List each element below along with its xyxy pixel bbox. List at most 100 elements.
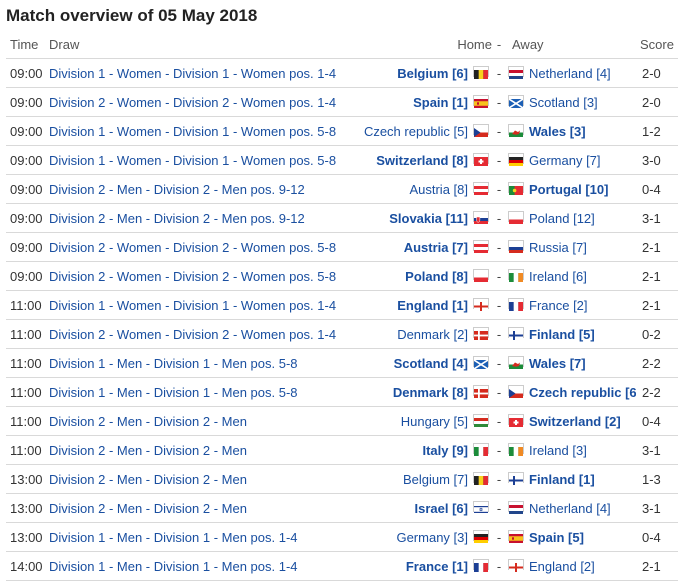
home-team-link[interactable]: Scotland [4] <box>394 356 468 371</box>
home-team-link[interactable]: Hungary [5] <box>401 414 468 429</box>
table-row: 11:00 Division 1 - Women - Division 1 - W… <box>6 290 678 320</box>
home-cell: Hungary [5] <box>342 406 492 436</box>
away-team-link[interactable]: Wales [3] <box>529 124 586 139</box>
draw-cell: Division 2 - Women - Division 2 - Women … <box>45 261 342 291</box>
match-time: 11:00 <box>6 406 45 436</box>
table-header-row: Time Draw Home - Away Score C <box>6 31 678 59</box>
away-flag-icon <box>508 181 524 195</box>
table-row: 14:00 Division 1 - Men - Division 1 - Men… <box>6 551 678 581</box>
away-cell: Netherland [4] <box>506 493 636 523</box>
draw-cell: Division 1 - Men - Division 1 - Men pos.… <box>45 551 342 581</box>
away-team-link[interactable]: Ireland [6] <box>529 269 587 284</box>
match-time: 14:00 <box>6 551 45 581</box>
home-team-link[interactable]: Belgium [6] <box>397 66 468 81</box>
home-team-link[interactable]: Denmark [2] <box>397 327 468 342</box>
match-score: 2-0 <box>636 58 678 88</box>
away-flag-icon <box>508 297 524 311</box>
home-flag-icon <box>473 326 489 340</box>
away-team-link[interactable]: Spain [5] <box>529 530 584 545</box>
draw-link[interactable]: Division 2 - Men - Division 2 - Men pos.… <box>49 182 305 197</box>
match-score: 0-2 <box>636 319 678 349</box>
away-cell: Switzerland [2] <box>506 406 636 436</box>
home-team-link[interactable]: France [1] <box>406 559 468 574</box>
away-cell: Scotland [3] <box>506 87 636 117</box>
draw-cell: Division 1 - Men - Division 1 - Men pos.… <box>45 348 342 378</box>
table-row: 11:00 Division 2 - Men - Division 2 - Men… <box>6 435 678 465</box>
away-flag-icon <box>508 384 524 398</box>
match-score: 3-1 <box>636 435 678 465</box>
home-flag-icon <box>473 355 489 370</box>
draw-link[interactable]: Division 1 - Women - Division 1 - Women … <box>49 124 336 139</box>
home-team-link[interactable]: Denmark [8] <box>393 385 468 400</box>
match-time: 11:00 <box>6 435 45 465</box>
home-team-link[interactable]: Italy [9] <box>422 443 468 458</box>
draw-link[interactable]: Division 1 - Women - Division 1 - Women … <box>49 66 336 81</box>
separator: - <box>492 58 506 88</box>
draw-link[interactable]: Division 1 - Men - Division 1 - Men pos.… <box>49 356 298 371</box>
away-team-link[interactable]: Ireland [3] <box>529 443 587 458</box>
home-flag-icon <box>473 297 489 311</box>
table-row: 09:00 Division 2 - Men - Division 2 - Men… <box>6 203 678 233</box>
draw-link[interactable]: Division 1 - Women - Division 1 - Women … <box>49 153 336 168</box>
draw-cell: Division 2 - Men - Division 2 - Men <box>45 406 342 436</box>
away-team-link[interactable]: Netherland [4] <box>529 66 611 81</box>
draw-link[interactable]: Division 2 - Men - Division 2 - Men <box>49 443 247 458</box>
away-team-link[interactable]: Czech republic [6] <box>529 385 636 400</box>
away-team-link[interactable]: Netherland [4] <box>529 501 611 516</box>
draw-link[interactable]: Division 2 - Women - Division 2 - Women … <box>49 240 336 255</box>
away-flag-icon <box>508 152 524 166</box>
home-team-link[interactable]: Belgium [7] <box>403 472 468 487</box>
away-team-link[interactable]: Poland [12] <box>529 211 595 226</box>
home-team-link[interactable]: Spain [1] <box>413 95 468 110</box>
home-team-link[interactable]: Israel [6] <box>415 501 468 516</box>
header-home[interactable]: Home <box>342 31 492 59</box>
match-score: 0-4 <box>636 522 678 552</box>
home-team-link[interactable]: Poland [8] <box>405 269 468 284</box>
away-team-link[interactable]: Finland [5] <box>529 327 595 342</box>
home-flag-icon <box>473 94 489 108</box>
draw-link[interactable]: Division 2 - Women - Division 2 - Women … <box>49 327 336 342</box>
away-team-link[interactable]: Germany [7] <box>529 153 601 168</box>
home-team-link[interactable]: Slovakia [11] <box>389 211 468 226</box>
home-team-link[interactable]: England [1] <box>397 298 468 313</box>
draw-link[interactable]: Division 1 - Men - Division 1 - Men pos.… <box>49 559 298 574</box>
home-flag-icon <box>473 239 489 253</box>
match-time: 09:00 <box>6 174 45 204</box>
away-flag-icon <box>508 500 524 514</box>
header-away[interactable]: Away <box>506 31 636 59</box>
away-team-link[interactable]: Russia [7] <box>529 240 587 255</box>
away-team-link[interactable]: Scotland [3] <box>529 95 598 110</box>
draw-link[interactable]: Division 2 - Women - Division 2 - Women … <box>49 95 336 110</box>
away-team-link[interactable]: France [2] <box>529 298 588 313</box>
match-score: 1-2 <box>636 116 678 146</box>
draw-link[interactable]: Division 1 - Men - Division 1 - Men pos.… <box>49 385 298 400</box>
away-flag-icon <box>508 65 524 79</box>
away-team-link[interactable]: Wales [7] <box>529 356 586 371</box>
draw-link[interactable]: Division 2 - Men - Division 2 - Men <box>49 472 247 487</box>
away-cell: Germany [7] <box>506 145 636 175</box>
header-score[interactable]: Score <box>636 31 678 59</box>
away-cell: Finland [5] <box>506 319 636 349</box>
draw-link[interactable]: Division 2 - Men - Division 2 - Men <box>49 414 247 429</box>
home-cell: Israel [6] <box>342 493 492 523</box>
draw-link[interactable]: Division 1 - Men - Division 1 - Men pos.… <box>49 530 298 545</box>
home-team-link[interactable]: Austria [7] <box>404 240 468 255</box>
home-cell: Poland [8] <box>342 261 492 291</box>
draw-link[interactable]: Division 2 - Women - Division 2 - Women … <box>49 269 336 284</box>
home-team-link[interactable]: Germany [3] <box>396 530 468 545</box>
away-team-link[interactable]: England [2] <box>529 559 595 574</box>
away-team-link[interactable]: Switzerland [2] <box>529 414 621 429</box>
away-team-link[interactable]: Finland [1] <box>529 472 595 487</box>
home-team-link[interactable]: Czech republic [5] <box>364 124 468 139</box>
home-team-link[interactable]: Switzerland [8] <box>376 153 468 168</box>
draw-link[interactable]: Division 2 - Men - Division 2 - Men <box>49 501 247 516</box>
header-draw[interactable]: Draw <box>45 31 342 59</box>
draw-link[interactable]: Division 1 - Women - Division 1 - Women … <box>49 298 336 313</box>
draw-cell: Division 2 - Men - Division 2 - Men <box>45 435 342 465</box>
match-score: 2-2 <box>636 348 678 378</box>
draw-link[interactable]: Division 2 - Men - Division 2 - Men pos.… <box>49 211 305 226</box>
away-team-link[interactable]: Portugal [10] <box>529 182 608 197</box>
match-score: 2-1 <box>636 551 678 581</box>
header-time[interactable]: Time <box>6 31 45 59</box>
home-team-link[interactable]: Austria [8] <box>409 182 468 197</box>
